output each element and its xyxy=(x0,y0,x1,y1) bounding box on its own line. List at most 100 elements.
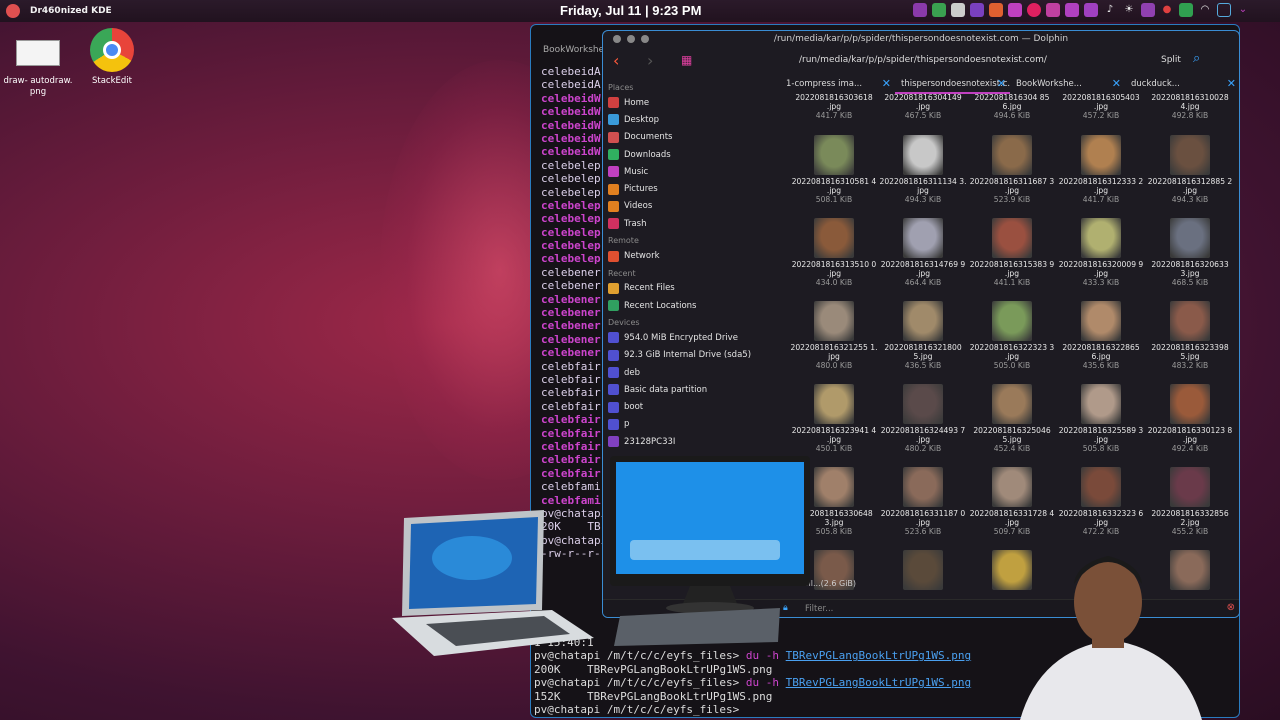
tray-app-icon[interactable] xyxy=(951,3,965,17)
window-dot-icon[interactable] xyxy=(641,35,649,43)
desktop-icon-draw-autodraw[interactable]: draw- autodraw. png xyxy=(0,32,76,98)
file-item[interactable] xyxy=(878,550,968,592)
file-item[interactable]: 2022081816324493 7 .jpg 480.2 KiB xyxy=(878,384,968,453)
file-item[interactable]: 2022081816303618 .jpg 441.7 KiB xyxy=(789,93,879,120)
window-dot-icon[interactable] xyxy=(613,35,621,43)
tab-label: BookWorkshe... xyxy=(1016,79,1082,89)
close-tab-icon[interactable]: ✕ xyxy=(997,77,1006,90)
desktop-icon-stackedit[interactable]: StackEdit xyxy=(74,28,150,87)
close-icon[interactable]: ⊗ xyxy=(1227,602,1235,613)
tray-app-icon[interactable] xyxy=(1141,3,1155,17)
file-item[interactable]: 2022081816330123 8 .jpg 492.4 KiB xyxy=(1145,384,1235,453)
file-item[interactable]: 2022081816304149 .jpg 467.5 KiB xyxy=(878,93,968,120)
view-mode-icon[interactable]: ▦ xyxy=(681,53,692,67)
chevron-down-icon[interactable]: ⌄ xyxy=(1236,3,1250,17)
image-thumbnail xyxy=(903,218,943,258)
brightness-icon[interactable]: ☀ xyxy=(1122,3,1136,17)
file-item[interactable]: 2022081816323941 4 .jpg 450.1 KiB xyxy=(789,384,879,453)
file-item[interactable]: 2022081816315383 9 .jpg 441.1 KiB xyxy=(967,218,1057,287)
tray-app-icon[interactable] xyxy=(932,3,946,17)
file-item[interactable]: 2022081816311134 3. jpg 494.3 KiB xyxy=(878,135,968,204)
search-icon[interactable]: ⌕ xyxy=(1193,51,1200,66)
places-item[interactable]: 92.3 GiB Internal Drive (sda5) xyxy=(605,347,775,364)
terminal-line: 152K TBRevPGLangBookLtrUPg1WS.png xyxy=(534,690,1014,703)
file-item[interactable]: 2022081816321800 5.jpg 436.5 KiB xyxy=(878,301,968,370)
file-item[interactable]: 2022081816310028 4.jpg 492.8 KiB xyxy=(1145,93,1235,120)
places-item[interactable]: Recent Files xyxy=(605,280,775,297)
file-item[interactable]: 2022081816310581 4 .jpg 508.1 KiB xyxy=(789,135,879,204)
close-tab-icon[interactable]: ✕ xyxy=(1112,77,1121,90)
window-dot-icon[interactable] xyxy=(627,35,635,43)
split-button[interactable]: Split xyxy=(1161,55,1181,65)
places-item[interactable]: Downloads xyxy=(605,146,775,163)
places-item[interactable]: Videos xyxy=(605,198,775,215)
close-tab-icon[interactable]: ✕ xyxy=(1227,77,1236,90)
clipboard-icon[interactable] xyxy=(1046,3,1060,17)
image-thumbnail xyxy=(814,301,854,341)
places-item[interactable]: 954.0 MiB Encrypted Drive xyxy=(605,329,775,346)
places-item[interactable]: 23128PC33I xyxy=(605,433,775,450)
file-item[interactable]: 2022081816325046 5.jpg 452.4 KiB xyxy=(967,384,1057,453)
tab-label: 1-compress ima... xyxy=(786,79,863,89)
terminal-tab[interactable]: BookWorkshee xyxy=(543,45,610,55)
places-item[interactable]: Network xyxy=(605,247,775,264)
file-item[interactable]: 2022081816322865 6.jpg 435.6 KiB xyxy=(1056,301,1146,370)
places-item[interactable]: Trash xyxy=(605,215,775,232)
close-tab-icon[interactable]: ✕ xyxy=(882,77,891,90)
app-launcher-button[interactable] xyxy=(6,4,20,18)
file-item[interactable]: 2022081816305403 .jpg 457.2 KiB xyxy=(1056,93,1146,120)
file-item[interactable]: 2022081816312885 2 .jpg 494.3 KiB xyxy=(1145,135,1235,204)
places-item[interactable]: Home xyxy=(605,94,775,111)
image-thumbnail xyxy=(814,467,854,507)
display-icon[interactable] xyxy=(1217,3,1231,17)
window-title-bar[interactable]: /run/media/kar/p/p/spider/thispersondoes… xyxy=(603,31,1239,47)
image-thumbnail xyxy=(1081,218,1121,258)
tab-1[interactable]: thispersondoesnotexist.c... ✕ xyxy=(895,76,1010,94)
file-item[interactable]: 2022081816314769 9 .jpg 464.4 KiB xyxy=(878,218,968,287)
record-icon[interactable] xyxy=(1027,3,1041,17)
places-item[interactable]: Recent Locations xyxy=(605,297,775,314)
file-item[interactable]: 2022081816320009 9 .jpg 433.3 KiB xyxy=(1056,218,1146,287)
file-item[interactable]: 2022081816312333 2 .jpg 441.7 KiB xyxy=(1056,135,1146,204)
file-item[interactable]: 2022081816320633 3.jpg 468.5 KiB xyxy=(1145,218,1235,287)
file-name: 2022081816331187 0 .jpg xyxy=(880,509,966,527)
file-item[interactable]: 2022081816332323 6 .jpg 472.2 KiB xyxy=(1056,467,1146,536)
places-item[interactable]: Basic data partition xyxy=(605,381,775,398)
battery-icon[interactable] xyxy=(1179,3,1193,17)
desktop-icon-label: StackEdit xyxy=(92,76,132,86)
file-item[interactable]: 2022081816322323 3 .jpg 505.0 KiB xyxy=(967,301,1057,370)
file-item[interactable]: 2022081816311687 3 .jpg 523.9 KiB xyxy=(967,135,1057,204)
file-item[interactable]: 2022081816304 85 6.jpg 494.6 KiB xyxy=(967,93,1057,120)
location-bar[interactable]: /run/media/kar/p/p/spider/thispersondoes… xyxy=(799,55,1047,65)
window-title: /run/media/kar/p/p/spider/thispersondoes… xyxy=(773,34,1069,44)
file-item[interactable]: 2022081816313510 0 .jpg 434.0 KiB xyxy=(789,218,879,287)
panel-clock[interactable]: Friday, Jul 11 | 9:23 PM xyxy=(560,3,701,18)
places-item[interactable]: Pictures xyxy=(605,180,775,197)
file-item[interactable]: 2022081816332856 2.jpg 455.2 KiB xyxy=(1145,467,1235,536)
file-item[interactable]: 2022081816325589 3 .jpg 505.8 KiB xyxy=(1056,384,1146,453)
tab-2[interactable]: BookWorkshe... ✕ xyxy=(1010,76,1125,94)
microphone-icon[interactable]: ● xyxy=(1160,3,1174,17)
tray-app-icon[interactable] xyxy=(1008,3,1022,17)
tab-0[interactable]: 1-compress ima... ✕ xyxy=(780,76,895,94)
places-item[interactable]: Music xyxy=(605,163,775,180)
places-item[interactable]: p xyxy=(605,416,775,433)
tray-app-icon[interactable] xyxy=(913,3,927,17)
volume-icon[interactable]: ♪ xyxy=(1103,3,1117,17)
updates-icon[interactable] xyxy=(1084,3,1098,17)
back-button[interactable]: ‹ xyxy=(613,51,619,70)
tray-app-icon[interactable] xyxy=(970,3,984,17)
tray-app-icon[interactable] xyxy=(989,3,1003,17)
file-item[interactable]: 2022081816321255 1. jpg 480.0 KiB xyxy=(789,301,879,370)
forward-button[interactable]: › xyxy=(647,51,653,70)
places-item[interactable]: deb xyxy=(605,364,775,381)
tab-3[interactable]: duckduck... ✕ xyxy=(1125,76,1240,94)
file-item[interactable]: 2022081816331187 0 .jpg 523.6 KiB xyxy=(878,467,968,536)
wifi-icon[interactable]: ◠ xyxy=(1198,3,1212,17)
places-item[interactable]: Documents xyxy=(605,129,775,146)
places-item[interactable]: boot xyxy=(605,398,775,415)
file-item[interactable]: 2022081816323398 5.jpg 483.2 KiB xyxy=(1145,301,1235,370)
folder-icon[interactable] xyxy=(1065,3,1079,17)
file-item[interactable]: 2022081816331728 4 .jpg 509.7 KiB xyxy=(967,467,1057,536)
places-item[interactable]: Desktop xyxy=(605,111,775,128)
